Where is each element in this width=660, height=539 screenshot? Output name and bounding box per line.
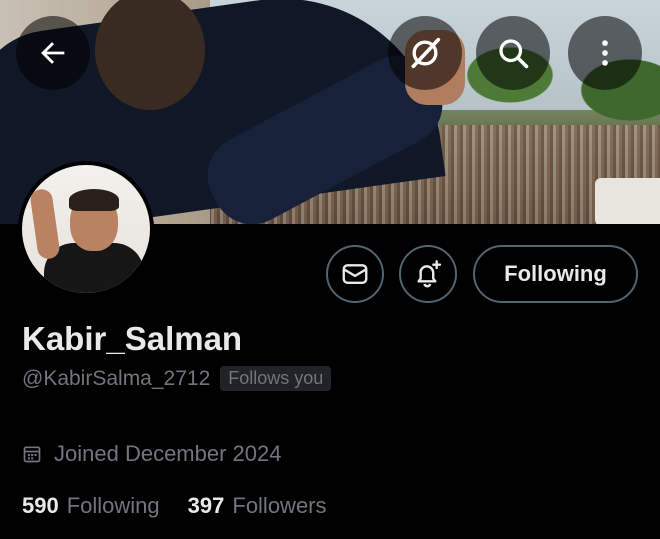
followers-label: Followers — [232, 493, 327, 518]
arrow-left-icon — [41, 42, 65, 64]
avatar-raised-arm — [29, 187, 61, 261]
following-label: Following — [66, 493, 160, 518]
joined-date: Joined December 2024 — [22, 441, 281, 467]
following-stat[interactable]: 590 Following — [22, 493, 160, 519]
following-count: 590 — [22, 493, 59, 518]
followers-count: 397 — [187, 493, 225, 518]
more-options-button[interactable] — [568, 16, 642, 90]
followers-stat[interactable]: 397 Followers — [188, 493, 327, 519]
follow-stats: 590 Following 397 Followers — [22, 493, 355, 519]
grok-button[interactable] — [388, 16, 462, 90]
user-handle: @KabirSalma_2712 — [22, 366, 211, 390]
bell-plus-icon — [417, 260, 442, 288]
following-button[interactable]: Following — [473, 245, 638, 303]
grok-icon — [411, 37, 441, 69]
banner-bus — [595, 178, 660, 224]
avatar-hair — [69, 189, 119, 211]
profile-avatar[interactable] — [18, 161, 154, 297]
search-button[interactable] — [476, 16, 550, 90]
envelope-icon — [342, 264, 368, 284]
handle-row: @KabirSalma_2712 Follows you — [22, 366, 332, 391]
display-name: Kabir_Salman — [22, 320, 243, 357]
more-vertical-icon — [602, 40, 608, 66]
notifications-button[interactable] — [399, 245, 457, 303]
joined-text: Joined December 2024 — [54, 441, 282, 466]
search-icon — [499, 39, 529, 69]
back-button[interactable] — [16, 16, 90, 90]
message-button[interactable] — [326, 245, 384, 303]
follows-you-badge: Follows you — [220, 366, 332, 391]
avatar-image — [22, 165, 150, 293]
calendar-icon — [23, 446, 41, 463]
